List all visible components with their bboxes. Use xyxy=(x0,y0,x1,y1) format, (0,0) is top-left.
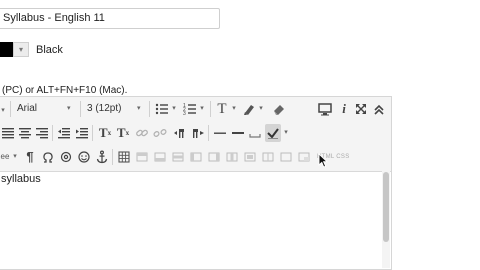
spellcheck-icon[interactable] xyxy=(265,124,281,142)
fullscreen-icon[interactable] xyxy=(354,100,368,118)
table-delete-col-icon[interactable] xyxy=(225,148,239,166)
color-label: Black xyxy=(36,44,63,56)
toolbar-row-1: ▾ Arial ▾ 3 (12pt) ▾ ▾ 123 ▾ T ▾ ▾ i xyxy=(0,97,391,123)
unlink-icon[interactable] xyxy=(153,124,167,142)
color-dropdown-button[interactable]: ▾ xyxy=(13,42,29,57)
align-center-icon[interactable] xyxy=(18,124,32,142)
style-dropdown[interactable]: ее xyxy=(0,148,11,166)
title-input[interactable]: Syllabus - English 11 xyxy=(0,8,220,29)
chevron-down-icon[interactable]: ▾ xyxy=(12,148,18,166)
eraser-icon[interactable] xyxy=(271,100,287,118)
keyboard-hint: (PC) or ALT+FN+F10 (Mac). xyxy=(2,85,128,96)
font-family-select[interactable]: Arial ▾ xyxy=(17,100,75,118)
chevron-down-icon: ▾ xyxy=(67,105,71,112)
table-col-after-icon[interactable] xyxy=(207,148,221,166)
chevron-down-icon[interactable]: ▾ xyxy=(258,100,264,118)
table-col-before-icon[interactable] xyxy=(189,148,203,166)
collapse-toolbar-icon[interactable] xyxy=(372,100,386,118)
horizontal-rule-icon[interactable] xyxy=(213,124,227,142)
table-merge-cells-icon[interactable] xyxy=(243,148,257,166)
chevron-down-icon[interactable]: ▾ xyxy=(171,100,177,118)
bullet-list-icon[interactable] xyxy=(155,100,169,118)
color-swatch[interactable] xyxy=(0,42,13,57)
table-delete-row-icon[interactable] xyxy=(171,148,185,166)
highlighter-icon[interactable] xyxy=(242,100,256,118)
paragraph-dropdown[interactable]: ▾ xyxy=(0,100,7,118)
indent-icon[interactable] xyxy=(75,124,89,142)
font-size-select[interactable]: 3 (12pt) ▾ xyxy=(87,100,143,118)
align-justify-icon[interactable] xyxy=(1,124,15,142)
chevron-down-icon[interactable]: ▾ xyxy=(283,124,289,142)
link-icon[interactable] xyxy=(135,124,149,142)
align-right-icon[interactable] xyxy=(35,124,49,142)
table-icon[interactable] xyxy=(117,148,131,166)
superscript-button[interactable]: Tx xyxy=(97,124,113,142)
chevron-down-icon: ▾ xyxy=(137,105,141,112)
emoji-icon[interactable] xyxy=(77,148,91,166)
ltr-direction-icon[interactable] xyxy=(173,124,185,142)
editor-content-text: syllabus xyxy=(1,173,41,185)
horizontal-line-thick-icon[interactable] xyxy=(231,124,245,142)
editor-scrollbar[interactable] xyxy=(382,170,390,268)
globe-icon[interactable] xyxy=(59,148,73,166)
chevron-down-icon[interactable]: ▾ xyxy=(231,100,237,118)
table-row-before-icon[interactable] xyxy=(135,148,149,166)
anchor-icon[interactable] xyxy=(95,148,109,166)
toolbar-row-3: ее ▾ ¶ HTML CSS xyxy=(0,145,391,172)
pilcrow-icon[interactable]: ¶ xyxy=(24,148,36,166)
rtl-direction-icon[interactable] xyxy=(191,124,205,142)
table-props-icon[interactable] xyxy=(279,148,293,166)
mouse-pointer-icon xyxy=(318,152,329,173)
toolbar-row-2: Tx Tx ▾ xyxy=(0,121,391,147)
omega-symbol-icon[interactable] xyxy=(42,148,54,166)
table-cell-props-icon[interactable] xyxy=(297,148,311,166)
preview-monitor-icon[interactable] xyxy=(317,100,333,118)
rich-text-editor: ▾ Arial ▾ 3 (12pt) ▾ ▾ 123 ▾ T ▾ ▾ i Tx … xyxy=(0,96,392,270)
nonbreaking-space-icon[interactable] xyxy=(249,124,261,142)
svg-text:3: 3 xyxy=(183,111,186,117)
outdent-icon[interactable] xyxy=(57,124,71,142)
text-style-button[interactable]: T xyxy=(215,100,229,118)
numbered-list-icon[interactable]: 123 xyxy=(183,100,197,118)
editor-content-area[interactable]: syllabus xyxy=(0,170,379,268)
table-row-after-icon[interactable] xyxy=(153,148,167,166)
chevron-down-icon[interactable]: ▾ xyxy=(199,100,205,118)
scrollbar-thumb[interactable] xyxy=(383,172,389,242)
chevron-down-icon: ▾ xyxy=(18,45,23,54)
info-icon[interactable]: i xyxy=(338,100,350,118)
table-split-cells-icon[interactable] xyxy=(261,148,275,166)
subscript-button[interactable]: Tx xyxy=(115,124,131,142)
